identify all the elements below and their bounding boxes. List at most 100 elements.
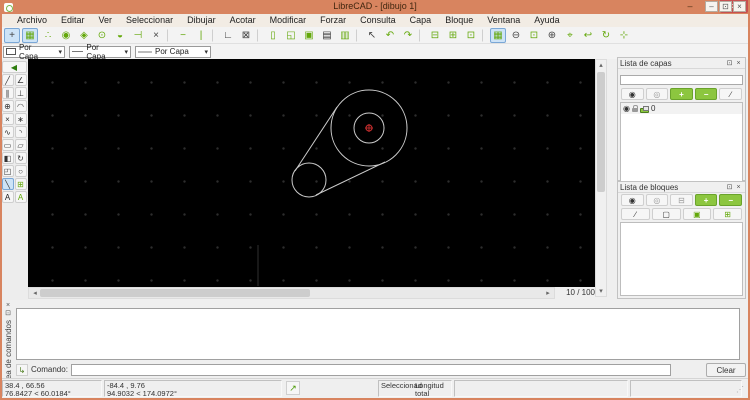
block-toggle-icon[interactable]: ⊟ <box>670 194 693 206</box>
mdi-close-button[interactable]: × <box>733 1 746 12</box>
float-panel-icon[interactable]: ⊡ <box>725 59 734 67</box>
restrict-horizontal-icon[interactable]: − <box>175 28 191 43</box>
ellipse-tool[interactable]: ○ <box>14 164 27 177</box>
freehand-tool[interactable]: ∿ <box>1 125 14 138</box>
layer-show-all-icon[interactable]: ◉ <box>621 88 644 100</box>
explode-tool[interactable]: ⊞ <box>14 177 27 190</box>
restrict-vertical-icon[interactable]: | <box>193 28 209 43</box>
zoom-redraw-icon[interactable]: ↻ <box>598 28 614 43</box>
text-tool[interactable]: A <box>14 190 27 203</box>
zoom-auto-icon[interactable]: ⌖ <box>562 28 578 43</box>
menu-ayuda[interactable]: Ayuda <box>527 14 566 27</box>
line-vertical-tool[interactable]: ⊥ <box>14 86 27 99</box>
snap-distance-icon[interactable]: ⊣ <box>130 28 146 43</box>
block-list[interactable] <box>620 222 743 296</box>
close-panel-icon[interactable]: × <box>734 184 743 191</box>
command-input[interactable] <box>70 363 671 376</box>
move-tool[interactable]: ◧ <box>1 151 14 164</box>
snap-entity-icon[interactable]: ◈ <box>76 28 92 43</box>
linetype-dropdown[interactable]: Por Capa ▾ <box>69 43 131 61</box>
layer-row[interactable]: ◉ 0 <box>621 103 742 114</box>
print-icon[interactable]: ▤ <box>319 28 335 43</box>
horizontal-scrollbar[interactable]: ◂ ▸ <box>28 287 555 299</box>
save-drawing-icon[interactable]: ▣ <box>301 28 317 43</box>
back-arrow-button[interactable]: ◀ <box>1 60 27 73</box>
arc-tool[interactable]: ◠ <box>14 99 27 112</box>
undo-icon[interactable]: ↶ <box>382 28 398 43</box>
float-panel-icon[interactable]: ⊡ <box>725 183 734 191</box>
snap-endpoint-icon[interactable]: ◉ <box>58 28 74 43</box>
layer-lock-icon[interactable] <box>631 105 638 112</box>
linewidth-dropdown[interactable]: Por Capa ▾ <box>135 45 211 58</box>
point-tool[interactable]: × <box>1 112 14 125</box>
menu-consulta[interactable]: Consulta <box>353 14 403 27</box>
close-window-icon[interactable]: ⊟ <box>427 28 443 43</box>
zoom-previous-icon[interactable]: ↩ <box>580 28 596 43</box>
snap-grid-icon[interactable]: ▦ <box>22 27 38 43</box>
spline-tool[interactable]: ◝ <box>14 125 27 138</box>
selection-pointer-icon[interactable]: ↗ <box>286 381 300 395</box>
polygon-tool[interactable]: ▱ <box>14 138 27 151</box>
polyline-tool[interactable]: ╲ <box>1 177 14 190</box>
block-hide-all-icon[interactable]: ◎ <box>645 194 669 206</box>
pointer-icon[interactable]: ↖ <box>364 28 380 43</box>
block-remove-icon[interactable]: − <box>719 194 742 206</box>
vertical-scrollbar[interactable]: ▴ ▾ <box>595 59 607 297</box>
command-options-icon[interactable]: ↳ <box>16 363 28 376</box>
layer-add-icon[interactable]: + <box>670 88 693 100</box>
menu-dibujar[interactable]: Dibujar <box>180 14 223 27</box>
command-history[interactable] <box>16 308 740 360</box>
layer-edit-icon[interactable]: ∕ <box>719 88 742 100</box>
block-edit-icon[interactable]: ▣ <box>682 208 712 220</box>
menu-ventana[interactable]: Ventana <box>480 14 527 27</box>
mdi-minimize-button[interactable]: – <box>705 1 718 12</box>
menu-modificar[interactable]: Modificar <box>263 14 314 27</box>
zoom-out-icon[interactable]: ⊖ <box>508 28 524 43</box>
relative-zero-icon[interactable]: ∟ <box>220 28 236 43</box>
menu-capa[interactable]: Capa <box>403 14 439 27</box>
rectangle-tool[interactable]: ▭ <box>1 138 14 151</box>
block-insert-icon[interactable]: ▢ <box>651 208 681 220</box>
float-dock-icon[interactable]: ⊡ <box>5 310 11 318</box>
circle-center-tool[interactable]: ⊕ <box>1 99 14 112</box>
close-dock-icon[interactable]: × <box>6 302 10 310</box>
lock-relative-zero-icon[interactable]: ⊠ <box>238 28 254 43</box>
block-add-icon[interactable]: + <box>694 194 718 206</box>
line-two-points-tool[interactable]: ╱ <box>1 73 14 86</box>
layer-hide-all-icon[interactable]: ◎ <box>645 88 669 100</box>
drawing-canvas[interactable] <box>28 59 595 287</box>
snap-middle-icon[interactable]: ◒ <box>112 28 128 43</box>
open-drawing-icon[interactable]: ◱ <box>283 28 299 43</box>
color-dropdown[interactable]: Por Capa ▾ <box>3 43 65 61</box>
print-preview-icon[interactable]: ▥ <box>337 28 353 43</box>
menu-ver[interactable]: Ver <box>92 14 120 27</box>
clear-button[interactable]: Clear <box>706 362 746 377</box>
redo-icon[interactable]: ↷ <box>400 28 416 43</box>
zoom-window-icon[interactable]: ⊡ <box>526 28 542 43</box>
window-new-icon[interactable]: ⊡ <box>463 28 479 43</box>
new-drawing-icon[interactable]: ▯ <box>265 28 281 43</box>
mdi-restore-button[interactable]: ⊡ <box>719 1 732 12</box>
block-show-all-icon[interactable]: ◉ <box>621 194 644 206</box>
vertical-scroll-thumb[interactable] <box>597 72 605 192</box>
layer-filter-input[interactable] <box>620 74 743 85</box>
line-angle-tool[interactable]: ∠ <box>14 73 27 86</box>
intersection-tool[interactable]: ∗ <box>14 112 27 125</box>
menu-acotar[interactable]: Acotar <box>223 14 263 27</box>
layer-remove-icon[interactable]: − <box>694 88 718 100</box>
snap-center-icon[interactable]: ⊙ <box>94 28 110 43</box>
resize-grip[interactable]: ⋰ <box>736 385 744 394</box>
horizontal-scroll-thumb[interactable] <box>40 289 310 297</box>
zoom-in-icon[interactable]: ⊕ <box>544 28 560 43</box>
scale-tool[interactable]: ◰ <box>1 164 14 177</box>
scroll-up-icon[interactable]: ▴ <box>596 61 606 69</box>
layer-print-icon[interactable] <box>639 105 649 113</box>
menu-bloque[interactable]: Bloque <box>438 14 480 27</box>
scroll-down-icon[interactable]: ▾ <box>596 287 606 295</box>
menu-seleccionar[interactable]: Seleccionar <box>119 14 180 27</box>
scroll-right-icon[interactable]: ▸ <box>543 289 553 297</box>
window-cascade-icon[interactable]: ⊞ <box>445 28 461 43</box>
scroll-left-icon[interactable]: ◂ <box>30 289 40 297</box>
crosshair-icon[interactable]: + <box>4 27 20 43</box>
zoom-pan-icon[interactable]: ⊹ <box>616 28 632 43</box>
